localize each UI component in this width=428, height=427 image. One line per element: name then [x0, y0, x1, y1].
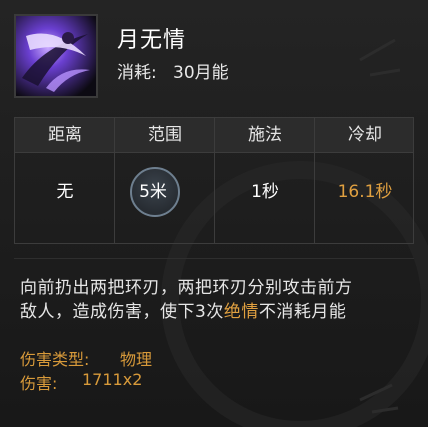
skill-stats-table: 距离 范围 施法 冷却 无 5米 1秒 16.1秒: [14, 117, 414, 244]
value-cooldown: 16.1秒: [337, 182, 393, 202]
description-line-1: 向前扔出两把环刃，两把环刃分别攻击前方: [20, 278, 353, 298]
description-line-2: 敌人，造成伤害，使下3次绝情不消耗月能: [20, 300, 416, 324]
header-range: 范围: [148, 125, 182, 145]
value-distance: 无: [56, 182, 74, 202]
damage-type-label: 伤害类型:: [20, 350, 90, 369]
description-text: 敌人，造成伤害，使下3次: [20, 302, 224, 322]
divider: [14, 258, 414, 259]
damage-type-value: 物理: [120, 350, 153, 369]
damage-label: 伤害:: [20, 374, 58, 393]
description-text: 不消耗月能: [258, 302, 347, 322]
damage-value: 1711x2: [82, 370, 143, 389]
skill-icon: [14, 14, 98, 98]
cost-value: 30月能: [173, 63, 229, 83]
value-cast: 1秒: [251, 182, 279, 202]
cost-label: 消耗:: [117, 63, 157, 83]
description-highlight: 绝情: [223, 302, 259, 322]
skill-description: 向前扔出两把环刃，两把环刃分别攻击前方 敌人，造成伤害，使下3次绝情不消耗月能: [20, 276, 416, 324]
skill-name: 月无情: [117, 28, 187, 53]
skill-tooltip-panel: 月无情 消耗: 30月能 距离 范围 施法 冷却 无 5米 1秒 16.1秒 向…: [0, 0, 428, 427]
header-cooldown: 冷却: [348, 125, 382, 145]
crescent-blade-slash-icon: [16, 16, 96, 96]
header-distance: 距离: [48, 125, 82, 145]
value-range: 5米: [139, 182, 167, 202]
header-cast: 施法: [248, 125, 282, 145]
